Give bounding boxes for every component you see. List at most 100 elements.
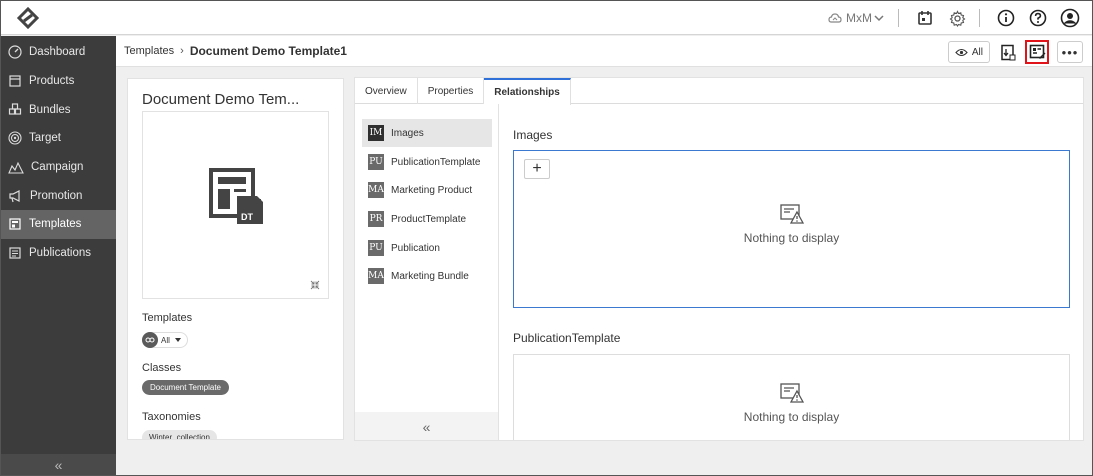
sidebar-item-label: Templates <box>29 218 82 231</box>
relationship-item-publicationtemplate[interactable]: PU PublicationTemplate <box>362 148 492 176</box>
edit-template-button[interactable] <box>1025 40 1049 64</box>
class-chip: Document Template <box>142 380 229 395</box>
sidebar-item-label: Products <box>29 75 75 88</box>
empty-message: Nothing to display <box>743 231 840 245</box>
classes-label: Classes <box>142 362 182 374</box>
breadcrumb-bar: Templates › Document Demo Template1 All … <box>116 36 1092 67</box>
download-document-icon <box>1001 44 1016 60</box>
calendar-icon[interactable] <box>913 6 937 30</box>
relationship-list-collapse-button[interactable]: « <box>355 412 498 440</box>
download-button[interactable] <box>996 40 1020 64</box>
bundles-icon <box>8 103 22 115</box>
relationship-item-images[interactable]: IM Images <box>362 119 492 147</box>
sidebar-item-label: Dashboard <box>29 46 86 59</box>
sidebar-item-label: Target <box>29 132 61 145</box>
collapse-arrows-icon[interactable] <box>310 280 320 290</box>
double-chevron-left-icon: « <box>54 457 63 473</box>
tenant-name: MxM <box>846 11 872 25</box>
help-icon[interactable] <box>1026 6 1050 30</box>
sidebar-item-products[interactable]: Products <box>1 67 116 96</box>
page-title: Document Demo Template1 <box>189 44 347 58</box>
sidebar-item-bundles[interactable]: Bundles <box>1 95 116 124</box>
info-icon[interactable] <box>994 6 1018 30</box>
sidebar-item-target[interactable]: Target <box>1 124 116 153</box>
double-chevron-left-icon: « <box>422 419 431 435</box>
sidebar-item-label: Publications <box>29 247 92 260</box>
edit-template-icon <box>1029 44 1045 59</box>
app-frame: MxM Dashboard Products Bundles Target Ca… <box>0 0 1093 476</box>
user-icon[interactable] <box>1058 6 1082 30</box>
entity-card: Document Demo Tem... DT Templates All Cl… <box>127 78 344 440</box>
tab-overview[interactable]: Overview <box>355 78 418 104</box>
details-panel: Overview Properties Relationships IM Ima… <box>354 77 1084 441</box>
publications-icon <box>9 247 21 259</box>
templates-label: Templates <box>142 312 193 324</box>
empty-message: Nothing to display <box>743 410 840 424</box>
breadcrumb-templates-link[interactable]: Templates <box>124 45 174 57</box>
sidebar-item-label: Bundles <box>29 103 71 116</box>
sidebar-item-publications[interactable]: Publications <box>1 239 116 268</box>
templates-chip-label: All <box>161 335 170 345</box>
breadcrumb-separator: › <box>180 45 184 57</box>
empty-state: Nothing to display <box>514 382 1069 424</box>
relationship-badge: PR <box>368 211 384 227</box>
campaign-icon <box>8 161 24 174</box>
tenant-icon <box>828 13 842 23</box>
header-actions: All ••• <box>947 40 1083 64</box>
relationship-item-publication[interactable]: PU Publication <box>362 234 492 262</box>
section-title-publicationtemplate: PublicationTemplate <box>513 331 621 345</box>
products-icon <box>9 75 21 87</box>
sidebar-collapse-button[interactable]: « <box>1 454 116 475</box>
document-template-icon <box>209 168 263 224</box>
sidebar-item-label: Campaign <box>31 161 84 174</box>
entity-preview: DT <box>142 111 329 299</box>
templates-filter-chip[interactable]: All <box>142 332 188 348</box>
top-bar: MxM <box>1 1 1092 35</box>
more-options-button[interactable]: ••• <box>1057 41 1083 63</box>
sidebar-item-promotion[interactable]: Promotion <box>1 181 116 210</box>
target-icon <box>8 131 22 145</box>
empty-state: Nothing to display <box>514 203 1069 245</box>
more-options-icon: ••• <box>1061 44 1079 60</box>
logo-icon[interactable] <box>15 7 41 29</box>
dashboard-icon <box>8 45 22 59</box>
divider <box>898 9 899 27</box>
relationship-label: Marketing Bundle <box>391 270 469 282</box>
tenant-switcher[interactable]: MxM <box>828 11 884 25</box>
gear-icon[interactable] <box>945 6 969 30</box>
tab-relationships[interactable]: Relationships <box>484 78 571 105</box>
relationship-item-marketing-product[interactable]: MA Marketing Product <box>362 176 492 204</box>
relationship-badge: MA <box>368 182 384 198</box>
promotion-icon <box>9 189 20 202</box>
relationship-badge: MA <box>368 268 384 284</box>
relationship-label: ProductTemplate <box>391 213 467 225</box>
relationship-item-marketing-bundle[interactable]: MA Marketing Bundle <box>362 262 492 290</box>
sidebar-item-campaign[interactable]: Campaign <box>1 153 116 182</box>
relationship-badge: PU <box>368 240 384 256</box>
relationship-list: IM Images PU PublicationTemplate MA Mark… <box>355 104 499 440</box>
group-icon <box>142 332 158 348</box>
divider <box>979 9 980 27</box>
relationship-label: Publication <box>391 242 440 254</box>
add-relationship-button[interactable]: + <box>524 159 550 179</box>
sidebar-item-dashboard[interactable]: Dashboard <box>1 38 116 67</box>
entity-title: Document Demo Tem... <box>142 91 300 108</box>
no-data-icon <box>779 383 804 403</box>
view-all-button[interactable]: All <box>947 41 990 63</box>
tab-properties[interactable]: Properties <box>418 78 485 104</box>
relationship-item-producttemplate[interactable]: PR ProductTemplate <box>362 205 492 233</box>
view-all-label: All <box>971 46 983 58</box>
sidebar-item-templates[interactable]: Templates <box>1 210 116 239</box>
taxonomy-chip: Winter_collection <box>142 430 217 439</box>
section-title-images: Images <box>513 128 553 142</box>
no-data-icon <box>779 204 804 224</box>
tab-bar: Overview Properties Relationships <box>355 78 1083 105</box>
relationship-badge: PU <box>368 154 384 170</box>
relationship-label: PublicationTemplate <box>391 156 481 168</box>
eye-icon <box>955 48 968 56</box>
taxonomies-label: Taxonomies <box>142 411 201 423</box>
templates-icon <box>9 218 21 231</box>
relationship-label: Images <box>391 127 424 139</box>
chevron-down-icon <box>874 15 884 22</box>
sidebar-item-label: Promotion <box>30 189 83 202</box>
